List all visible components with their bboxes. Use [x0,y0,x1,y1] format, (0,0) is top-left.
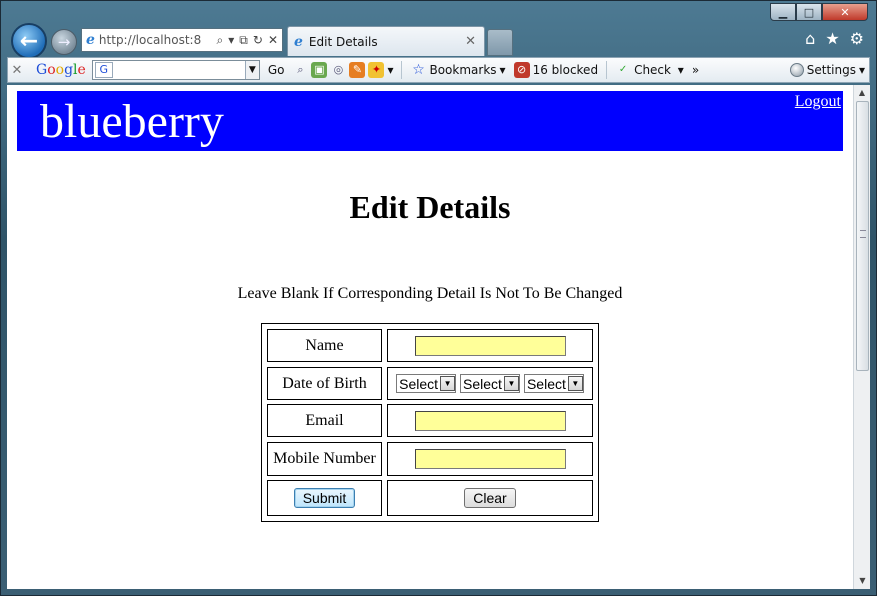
image-icon[interactable]: ▣ [311,62,328,78]
email-cell [387,404,593,437]
browser-window: ▁ □ ✕ ← → e http://localhost:8 ⌕ ▾ ⧉ ↻ ✕… [0,0,877,596]
navigation-bar: ← → e http://localhost:8 ⌕ ▾ ⧉ ↻ ✕ e Edi… [7,23,870,59]
settings-button[interactable]: Settings ▾ [789,63,865,77]
scrollbar-thumb[interactable] [856,101,869,371]
site-banner: blueberry Logout [17,91,843,151]
more-tools-chevron-icon[interactable]: ▾ [387,63,393,77]
bookmarks-button[interactable]: ☆ Bookmarks ▾ [410,62,505,78]
ie-tab-icon: e [294,33,303,50]
search-magnifier-icon[interactable]: ⌕ [292,62,308,78]
email-label: Email [267,404,382,437]
submit-cell: Submit [267,480,382,516]
form-row-mobile: Mobile Number [267,442,593,476]
new-tab-button[interactable] [487,29,513,56]
forward-button[interactable]: → [51,29,77,55]
dob-label: Date of Birth [267,367,382,400]
minimize-button[interactable]: ▁ [770,3,796,21]
instruction-note: Leave Blank If Corresponding Detail Is N… [237,285,623,302]
vertical-scrollbar[interactable]: ▲ ▼ [853,85,870,589]
settings-icon [789,63,804,77]
dob-month-select[interactable]: Select ▼ [460,374,520,393]
toolbar-tool-icons: ⌕ ▣ ◎ ✎ ✦ ▾ [292,62,393,78]
tab-title: Edit Details [308,34,378,49]
gear-icon[interactable]: ⚙ [850,29,864,48]
form-row-actions: Submit Clear [267,480,593,516]
refresh-icon[interactable]: ↻ [253,33,263,48]
translate-icon[interactable]: ✎ [349,62,366,78]
forward-arrow-icon: → [57,33,71,51]
browser-icons: ⌂ ★ ⚙ [805,29,864,48]
google-search-input[interactable]: G ▼ [91,60,260,80]
form-row-dob: Date of Birth Select ▼ Select ▼ Select ▼ [267,367,593,400]
mobile-label: Mobile Number [267,442,382,476]
toolbar-close-icon[interactable]: ✕ [8,63,26,78]
toolbar-divider [606,61,608,79]
form-row-email: Email [267,404,593,437]
address-bar[interactable]: e http://localhost:8 ⌕ ▾ ⧉ ↻ ✕ [81,28,283,52]
chevron-down-icon[interactable]: ▼ [244,61,259,79]
name-cell [387,329,593,362]
clear-button[interactable]: Clear [464,488,516,508]
ie-page-icon: e [86,32,95,48]
bookmarks-label: Bookmarks [429,63,497,77]
back-arrow-icon: ← [19,28,39,54]
back-button[interactable]: ← [11,23,47,59]
scroll-up-arrow-icon[interactable]: ▲ [854,85,870,101]
name-input[interactable] [414,335,566,356]
spellcheck-icon: ✓ [618,64,628,75]
maximize-button[interactable]: □ [796,3,822,21]
puzzle-icon[interactable]: ✦ [368,62,385,78]
search-icon[interactable]: ⌕ [217,33,224,48]
site-brand: blueberry [40,95,224,148]
page-title: Edit Details [349,189,511,225]
edit-details-form: Name Date of Birth Select ▼ Select ▼ Selec… [261,323,599,522]
favorites-star-icon[interactable]: ★ [825,29,839,48]
dob-day-select[interactable]: Select ▼ [396,374,457,393]
dob-year-select[interactable]: Select ▼ [523,374,584,393]
mobile-number-field[interactable] [414,449,566,469]
toolbar-overflow-icon[interactable]: » [692,63,699,77]
settings-label: Settings [806,63,856,77]
chevron-down-icon: ▼ [567,376,583,391]
dob-cell: Select ▼ Select ▼ Select ▼ [387,367,593,400]
go-button[interactable]: Go [268,63,285,77]
home-icon[interactable]: ⌂ [805,29,815,48]
chat-bubble-icon[interactable]: ◎ [330,62,346,78]
popup-blocked-icon: ⊘ [513,62,530,78]
tab-edit-details[interactable]: e Edit Details ✕ [287,26,485,56]
tab-close-icon[interactable]: ✕ [465,34,476,49]
mobile-cell [387,442,593,476]
name-label: Name [267,329,382,362]
dropdown-icon[interactable]: ▾ [228,33,234,48]
star-icon: ☆ [412,62,425,78]
email-field[interactable] [414,410,566,431]
toolbar-divider [401,61,403,79]
clear-cell: Clear [387,480,593,516]
page-viewport: blueberry Logout Edit Details Leave Blan… [7,85,853,589]
scroll-down-arrow-icon[interactable]: ▼ [854,573,871,589]
submit-button[interactable]: Submit [293,488,356,508]
blocked-count: 16 blocked [532,63,599,77]
chevron-down-icon: ▼ [503,376,519,391]
check-label: Check [634,63,671,77]
address-controls: ⌕ ▾ ⧉ ↻ ✕ [217,33,282,48]
address-text[interactable]: http://localhost:8 [99,33,201,47]
google-g-icon: G [94,62,113,78]
chevron-down-icon: ▼ [440,376,456,391]
compatibility-view-icon[interactable]: ⧉ [239,33,248,48]
google-logo[interactable]: Google [36,62,86,78]
close-window-button[interactable]: ✕ [822,3,868,21]
popup-blocker-button[interactable]: ⊘ 16 blocked [513,62,599,78]
form-row-name: Name [267,329,593,362]
spell-check-button[interactable]: ✓ Check ▾ [615,62,684,78]
logout-link[interactable]: Logout [795,93,841,111]
window-controls: ▁ □ ✕ [770,3,868,21]
google-toolbar: ✕ Google G ▼ Go ⌕ ▣ ◎ ✎ ✦ ▾ ☆ Bookmarks ▾… [7,57,870,83]
stop-icon[interactable]: ✕ [268,33,278,48]
